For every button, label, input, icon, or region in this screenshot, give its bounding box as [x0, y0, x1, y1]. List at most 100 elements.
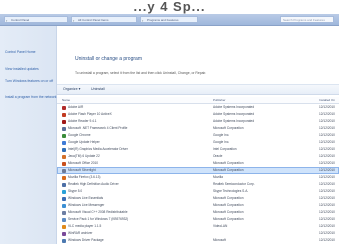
chevron-right-icon: ›: [6, 18, 8, 23]
program-publisher: Google Inc.: [213, 133, 230, 137]
program-name: Intel(R) Graphics Media Accelerator Driv…: [68, 147, 128, 151]
program-icon: [62, 231, 66, 236]
program-icon: [62, 161, 66, 166]
table-row[interactable]: Windows Driver Package Microsoft 12/12/201…: [57, 237, 339, 244]
table-row[interactable]: Adobe Reader 9.4.1 Adobe Systems Incorpor…: [57, 118, 339, 125]
program-publisher: Google Inc.: [213, 140, 230, 144]
program-icon: [62, 119, 66, 124]
table-row[interactable]: Intel(R) Graphics Media Accelerator Driv…: [57, 146, 339, 153]
sidebar: Control Panel Home View installed update…: [0, 26, 57, 244]
program-icon: [62, 147, 66, 152]
chevron-right-icon: ›: [73, 18, 75, 23]
program-publisher: Mozilla: [213, 175, 223, 179]
program-name: Microsoft Visual C++ 2008 Redistributabl…: [68, 210, 128, 214]
search-input[interactable]: Search Programs and Features: [280, 16, 334, 23]
organize-button[interactable]: Organize ▾: [63, 86, 80, 93]
program-name: WinRAR archiver: [68, 231, 93, 235]
program-installed-on: 12/12/2010: [319, 210, 335, 214]
heading-band: ...y 4 Sp...: [0, 0, 339, 14]
breadcrumb-control-panel[interactable]: › Control Panel: [4, 16, 68, 23]
program-installed-on: 12/12/2010: [319, 112, 335, 116]
column-installed-on[interactable]: Installed On: [319, 97, 335, 103]
program-icon: [62, 168, 66, 173]
program-publisher: Adobe Systems Incorporated: [213, 112, 255, 116]
column-header: Name Publisher Installed On: [57, 97, 339, 104]
program-name: Windows Live Essentials: [68, 196, 104, 200]
table-row[interactable]: Windows Live Essentials Microsoft Corpora…: [57, 195, 339, 202]
table-row[interactable]: Skype 5.0 Skype Technologies S.A. 12/12/20…: [57, 188, 339, 195]
program-installed-on: 12/12/2010: [319, 203, 335, 207]
table-row[interactable]: Service Pack 1 for Windows 7 (KB976932) M…: [57, 216, 339, 223]
program-icon: [62, 175, 66, 180]
programs-features-window: › Control Panel › All Control Panel Item…: [0, 14, 339, 244]
program-publisher: Microsoft Corporation: [213, 203, 244, 207]
program-icon: [62, 224, 66, 229]
table-row[interactable]: Mozilla Firefox (3.6.13) Mozilla 12/12/201…: [57, 174, 339, 181]
page-title: Uninstall or change a program: [75, 56, 142, 62]
program-icon: [62, 196, 66, 201]
program-list: Adobe AIR Adobe Systems Incorporated 12/12…: [57, 104, 339, 244]
program-name: Service Pack 1 for Windows 7 (KB976932): [68, 217, 129, 221]
table-row[interactable]: WinRAR archiver 12/12/2010: [57, 230, 339, 237]
program-icon: [62, 126, 66, 131]
command-toolbar: Organize ▾ Uninstall: [57, 84, 339, 95]
program-installed-on: 12/12/2010: [319, 175, 335, 179]
program-icon: [62, 140, 66, 145]
program-publisher: Microsoft Corporation: [213, 217, 244, 221]
program-icon: [62, 238, 66, 243]
column-publisher[interactable]: Publisher: [213, 97, 226, 103]
program-installed-on: 12/12/2010: [319, 154, 335, 158]
uninstall-button[interactable]: Uninstall: [91, 86, 105, 93]
breadcrumb-all-items[interactable]: › All Control Panel Items: [71, 16, 137, 23]
table-row[interactable]: Microsoft Office 2010 Microsoft Corporati…: [57, 160, 339, 167]
program-name: Adobe AIR: [68, 105, 84, 109]
table-row[interactable]: Google Chrome Google Inc. 12/12/2010: [57, 132, 339, 139]
program-icon: [62, 182, 66, 187]
program-publisher: Realtek Semiconductor Corp.: [213, 182, 255, 186]
program-name: Google Update Helper: [68, 140, 100, 144]
sidebar-item-updates[interactable]: View installed updates: [5, 67, 39, 71]
column-name[interactable]: Name: [62, 97, 70, 103]
program-name: Java(TM) 6 Update 22: [68, 154, 100, 158]
program-icon: [62, 217, 66, 222]
table-row[interactable]: Adobe Flash Player 10 ActiveX Adobe Syste…: [57, 111, 339, 118]
table-row[interactable]: Microsoft .NET Framework 4 Client Profil…: [57, 125, 339, 132]
sidebar-item-network-install[interactable]: Install a program from the network: [5, 95, 56, 99]
program-icon: [62, 210, 66, 215]
program-publisher: Intel Corporation: [213, 147, 237, 151]
breadcrumb-label: Programs and Features: [147, 18, 179, 22]
table-row[interactable]: Google Update Helper Google Inc. 12/12/201…: [57, 139, 339, 146]
program-installed-on: 12/12/2010: [319, 119, 335, 123]
program-publisher: Adobe Systems Incorporated: [213, 105, 255, 109]
table-row[interactable]: Microsoft Visual C++ 2008 Redistributabl…: [57, 209, 339, 216]
sidebar-item-features[interactable]: Turn Windows features on or off: [5, 79, 53, 83]
program-publisher: Microsoft Corporation: [213, 126, 244, 130]
program-icon: [62, 203, 66, 208]
program-icon: [62, 112, 66, 117]
program-installed-on: 12/12/2010: [319, 217, 335, 221]
program-name: Adobe Reader 9.4.1: [68, 119, 97, 123]
program-publisher: Oracle: [213, 154, 223, 158]
table-row[interactable]: VLC media player 1.1.5 VideoLAN 12/12/2010: [57, 223, 339, 230]
breadcrumb-programs[interactable]: › Programs and Features: [140, 16, 198, 23]
page-heading: ...y 4 Sp...: [133, 0, 206, 14]
breadcrumb-label: All Control Panel Items: [78, 18, 109, 22]
program-name: Mozilla Firefox (3.6.13): [68, 175, 101, 179]
table-row[interactable]: Adobe AIR Adobe Systems Incorporated 12/12…: [57, 104, 339, 111]
program-installed-on: 12/12/2010: [319, 224, 335, 228]
page-description: To uninstall a program, select it from t…: [75, 71, 207, 75]
program-installed-on: 12/12/2010: [319, 105, 335, 109]
program-name: Windows Driver Package: [68, 238, 104, 242]
program-publisher: Microsoft Corporation: [213, 161, 244, 165]
sidebar-item-home[interactable]: Control Panel Home: [5, 50, 36, 54]
program-installed-on: 12/12/2010: [319, 133, 335, 137]
program-name: Skype 5.0: [68, 189, 83, 193]
program-icon: [62, 154, 66, 159]
program-publisher: Microsoft Corporation: [213, 168, 244, 172]
address-bar: › Control Panel › All Control Panel Item…: [0, 14, 339, 26]
table-row[interactable]: Realtek High Definition Audio Driver Real…: [57, 181, 339, 188]
program-installed-on: 12/12/2010: [319, 161, 335, 165]
table-row[interactable]: Java(TM) 6 Update 22 Oracle 12/12/2010: [57, 153, 339, 160]
table-row[interactable]: Microsoft Silverlight Microsoft Corporati…: [57, 167, 339, 174]
table-row[interactable]: Windows Live Messenger Microsoft Corporat…: [57, 202, 339, 209]
